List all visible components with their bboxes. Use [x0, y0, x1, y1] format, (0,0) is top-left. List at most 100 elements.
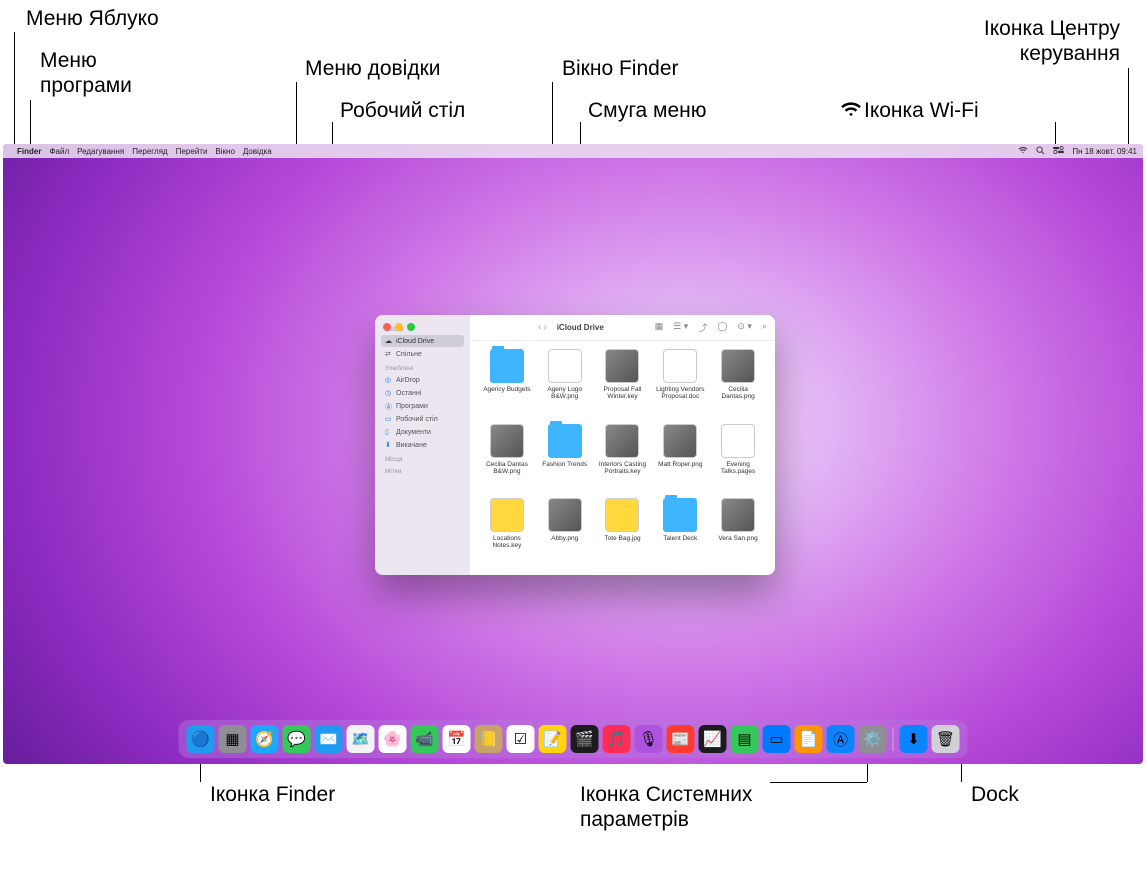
- menu-view[interactable]: Перегляд: [132, 147, 168, 156]
- file-item[interactable]: Interiors Casting Portraits.key: [596, 424, 650, 493]
- control-center-icon[interactable]: [1053, 146, 1064, 156]
- file-item[interactable]: Agency Budgets: [480, 349, 534, 418]
- file-item[interactable]: Tote Bag.jpg: [596, 498, 650, 567]
- file-item[interactable]: Evening Talks.pages: [711, 424, 765, 493]
- file-label: Proposal Fall Winter.key: [596, 386, 650, 400]
- dock-tv-icon[interactable]: 🎬: [571, 725, 599, 753]
- dock-messages-icon[interactable]: 💬: [283, 725, 311, 753]
- dock-maps-icon[interactable]: 🗺️: [347, 725, 375, 753]
- dock-appstore-icon[interactable]: Ⓐ: [827, 725, 855, 753]
- file-label: Interiors Casting Portraits.key: [596, 461, 650, 475]
- dock-sysprefs-icon[interactable]: ⚙️: [859, 725, 887, 753]
- file-label: Locations Notes.key: [480, 535, 534, 549]
- file-thumb: [490, 498, 524, 532]
- dock-numbers-icon[interactable]: ▤: [731, 725, 759, 753]
- dock-launchpad-icon[interactable]: ▦: [219, 725, 247, 753]
- dock-downloads-icon[interactable]: ⬇︎: [900, 725, 928, 753]
- dock-podcasts-icon[interactable]: 🎙: [635, 725, 663, 753]
- sidebar-item-desktop[interactable]: ▭Робочий стіл: [381, 413, 464, 425]
- dock-finder-icon[interactable]: 🔵: [187, 725, 215, 753]
- ann-finder-window: Вікно Finder: [562, 56, 679, 81]
- dock-calendar-icon[interactable]: 📅: [443, 725, 471, 753]
- menu-edit[interactable]: Редагування: [77, 147, 124, 156]
- close-button[interactable]: [383, 323, 391, 331]
- file-thumb: [605, 349, 639, 383]
- action-button[interactable]: ⊙ ▾: [737, 321, 752, 334]
- dock-notes-icon[interactable]: 📝: [539, 725, 567, 753]
- dock-contacts-icon[interactable]: 📒: [475, 725, 503, 753]
- file-thumb: [605, 498, 639, 532]
- airdrop-icon: ◎: [385, 376, 393, 384]
- cloud-icon: ☁︎: [385, 337, 393, 345]
- file-label: Talent Deck: [663, 535, 697, 542]
- spotlight-icon[interactable]: [1036, 146, 1045, 157]
- shared-icon: ⇄: [385, 350, 393, 358]
- sidebar-item-downloads[interactable]: ⬇︎Викачане: [381, 439, 464, 451]
- sidebar-item-apps[interactable]: ⒶПрограми: [381, 400, 464, 412]
- menu-help[interactable]: Довідка: [243, 147, 272, 156]
- search-button[interactable]: ⌕: [762, 321, 767, 334]
- sidebar-item-airdrop[interactable]: ◎AirDrop: [381, 374, 464, 386]
- dock-news-icon[interactable]: 📰: [667, 725, 695, 753]
- sidebar-item-label: Документи: [396, 429, 431, 436]
- file-item[interactable]: Vera San.png: [711, 498, 765, 567]
- tag-button[interactable]: ◯: [717, 321, 727, 334]
- zoom-button[interactable]: [407, 323, 415, 331]
- sidebar-item-label: Викачане: [396, 442, 427, 449]
- wifi-status-icon[interactable]: [1018, 146, 1028, 156]
- view-icons-button[interactable]: ▦: [655, 321, 664, 334]
- finder-icon-grid: Agency Budgets Ageny Logo B&W.png Proposal…: [470, 341, 775, 575]
- dock-safari-icon[interactable]: 🧭: [251, 725, 279, 753]
- ann-sysprefs-icon: Іконка Системних параметрів: [580, 782, 752, 832]
- menu-file[interactable]: Файл: [49, 147, 69, 156]
- dock-pages-icon[interactable]: 📄: [795, 725, 823, 753]
- dock-facetime-icon[interactable]: 📹: [411, 725, 439, 753]
- file-item[interactable]: Talent Deck: [653, 498, 707, 567]
- file-item[interactable]: Proposal Fall Winter.key: [596, 349, 650, 418]
- group-button[interactable]: ☰ ▾: [673, 321, 688, 334]
- file-item[interactable]: Fashion Trends: [538, 424, 592, 493]
- sidebar-item-shared[interactable]: ⇄Спільне: [381, 348, 464, 360]
- ann-line: [14, 32, 15, 146]
- file-label: Agency Budgets: [483, 386, 530, 393]
- apps-icon: Ⓐ: [385, 402, 393, 410]
- sidebar-item-documents[interactable]: ▯Документи: [381, 426, 464, 438]
- desktop-icon: ▭: [385, 415, 393, 423]
- sidebar-item-recent[interactable]: ◷Останні: [381, 387, 464, 399]
- dock-music-icon[interactable]: 🎵: [603, 725, 631, 753]
- file-item[interactable]: Cecilia Dantas B&W.png: [480, 424, 534, 493]
- file-item[interactable]: Cecilia Dantas.png: [711, 349, 765, 418]
- file-thumb: [548, 498, 582, 532]
- dock-stocks-icon[interactable]: 📈: [699, 725, 727, 753]
- file-label: Evening Talks.pages: [711, 461, 765, 475]
- dock-photos-icon[interactable]: 🌸: [379, 725, 407, 753]
- file-item[interactable]: Ageny Logo B&W.png: [538, 349, 592, 418]
- documents-icon: ▯: [385, 428, 393, 436]
- file-item[interactable]: Lighting Vendors Proposal.doc: [653, 349, 707, 418]
- app-menu-finder[interactable]: Finder: [17, 147, 41, 156]
- forward-button[interactable]: ›: [543, 322, 546, 333]
- menubar-clock[interactable]: Пн 18 жовт. 09:41: [1072, 147, 1137, 156]
- file-label: Fashion Trends: [542, 461, 587, 468]
- minimize-button[interactable]: [395, 323, 403, 331]
- finder-window: iCloud ☁︎iCloud Drive ⇄Спільне Улюблені …: [375, 315, 775, 575]
- dock-keynote-icon[interactable]: ▭: [763, 725, 791, 753]
- file-item[interactable]: Abby.png: [538, 498, 592, 567]
- file-thumb: [548, 349, 582, 383]
- file-thumb: [663, 424, 697, 458]
- menu-go[interactable]: Перейти: [176, 147, 208, 156]
- sidebar-item-icloud-drive[interactable]: ☁︎iCloud Drive: [381, 335, 464, 347]
- dock-reminders-icon[interactable]: ☑︎: [507, 725, 535, 753]
- dock-mail-icon[interactable]: ✉️: [315, 725, 343, 753]
- file-item[interactable]: Matt Roper.png: [653, 424, 707, 493]
- file-item[interactable]: Locations Notes.key: [480, 498, 534, 567]
- file-thumb: [605, 424, 639, 458]
- sidebar-item-label: AirDrop: [396, 377, 420, 384]
- finder-title: iCloud Drive: [557, 323, 604, 332]
- dock-trash-icon[interactable]: 🗑: [932, 725, 960, 753]
- folder-icon: [663, 498, 697, 532]
- file-thumb: [490, 424, 524, 458]
- share-button[interactable]: ⤴︎: [698, 321, 707, 334]
- menu-window[interactable]: Вікно: [215, 147, 234, 156]
- back-button[interactable]: ‹: [538, 322, 541, 333]
